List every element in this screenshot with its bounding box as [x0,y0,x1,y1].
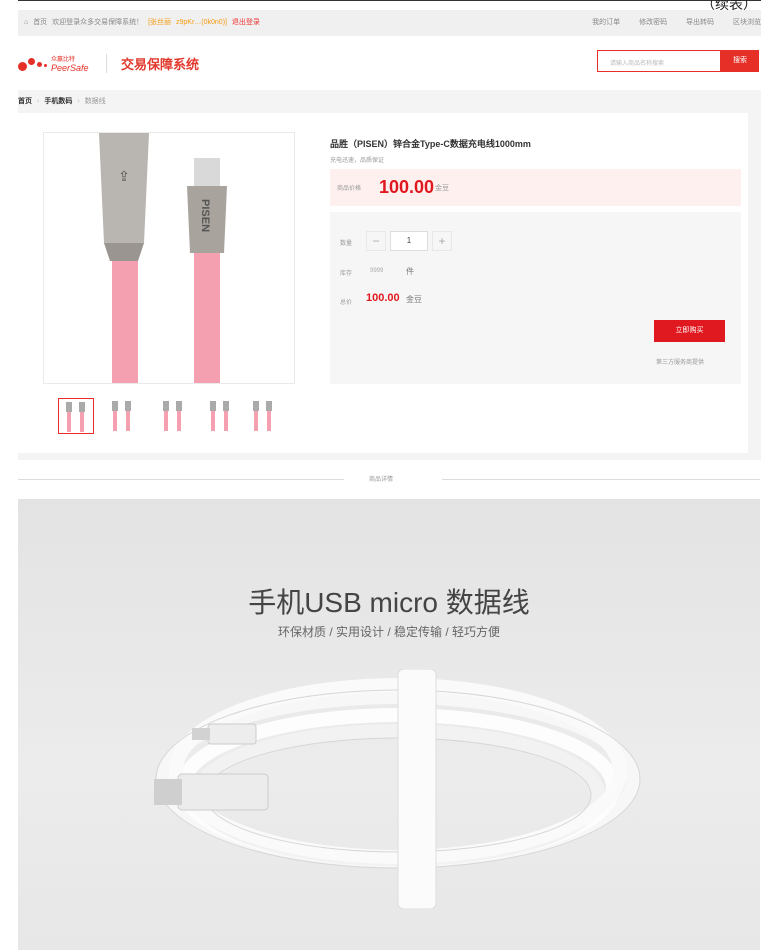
page-top-rule [18,0,761,7]
export-link[interactable]: 导出转码 [686,19,714,26]
home-icon[interactable]: ⌂ [24,19,28,26]
thumbnail-5[interactable] [246,398,282,434]
logo-dot [18,62,27,71]
logo-dot [44,64,47,67]
usb-plug-icon [99,133,149,243]
home-link[interactable]: 首页 [33,19,47,26]
logout-link[interactable]: 退出登录 [232,19,260,26]
typec-tip [194,158,220,186]
quantity-stepper: − 1 + [366,231,454,251]
price-label: 商品价格 [337,186,362,192]
micro-usb-tip [192,728,210,740]
thumb-cable-icon [163,401,182,431]
block-explorer-link[interactable]: 区块浏览 [733,19,761,26]
brand-en: PeerSafe [51,63,89,73]
thumb-cable-icon [112,401,131,431]
thumb-cable-icon [253,401,272,431]
breadcrumb: 首页 › 手机数码 › 数据线 [18,98,106,105]
thumb-cable-icon [210,401,229,431]
plug-neck [104,243,144,261]
description-subtitle: 环保材质 / 实用设计 / 稳定传输 / 轻巧方便 [277,625,500,639]
total-value: 100.00 [366,292,400,304]
description-title: 手机USB micro 数据线 [248,587,530,618]
section-divider-left [18,479,344,480]
buy-now-button[interactable]: 立即购买 [654,320,725,342]
thumb-cable-icon [66,402,85,432]
my-orders-link[interactable]: 我的订单 [592,19,620,26]
micro-usb-plug-icon [207,723,257,745]
search-input[interactable]: 请输入商品名称搜索 [597,50,721,72]
top-bar-left: ⌂ 首页 欢迎登录众多交易保障系统！ [张丝丽 z9pKr…(0k0n0)] 退… [24,10,263,36]
change-password-link[interactable]: 修改密码 [639,19,667,26]
thumbnail-2[interactable] [105,398,141,434]
product-title: 品胜（PISEN）锌合金Type-C数据充电线1000mm [330,139,531,149]
system-name: 交易保障系统 [106,54,199,73]
thumbnail-4[interactable] [203,398,239,434]
stock-value: 9999 [370,268,384,274]
logo-dot [37,62,42,67]
quantity-label: 数量 [340,241,353,247]
breadcrumb-current: 数据线 [84,98,106,105]
total-unit: 金豆 [406,295,422,304]
coiled-cable-image [154,669,641,909]
search-button[interactable]: 搜索 [721,50,759,72]
section-title: 商品详情 [369,477,394,483]
quantity-increase-button[interactable]: + [432,231,452,251]
cable-body [194,243,220,383]
product-main-image: ⇪ PISEN [43,132,295,384]
total-label: 总价 [340,300,353,306]
top-bar: ⌂ 首页 欢迎登录众多交易保障系统！ [张丝丽 z9pKr…(0k0n0)] 退… [18,10,761,36]
usb-plug-icon [177,773,269,811]
cable-strap [397,669,437,909]
account-badge: [张丝丽 [148,19,172,26]
breadcrumb-category[interactable]: 手机数码 [44,98,72,105]
stock-unit: 件 [406,267,414,276]
usb-tip [154,779,182,805]
top-bar-links: 我的订单 修改密码 导出转码 区块浏览 [575,10,761,36]
thumbnail-1[interactable] [58,398,94,434]
welcome-text: 欢迎登录众多交易保障系统！ [52,19,144,26]
brand-cn: 众赢比特 [51,57,76,63]
header: 众赢比特 PeerSafe 交易保障系统 请输入商品名称搜索 搜索 [18,44,761,84]
logo-dot [28,58,35,65]
quantity-input[interactable]: 1 [390,231,428,251]
cable-body [112,243,138,383]
breadcrumb-home[interactable]: 首页 [18,98,32,105]
product-subtitle: 充电迅速，品质保证 [330,158,385,164]
product-description-banner: 手机USB micro 数据线 环保材质 / 实用设计 / 稳定传输 / 轻巧方… [18,499,760,950]
section-divider-right [442,479,760,480]
third-party-note: 第三方服务商提供 [656,360,705,366]
price-box: 商品价格 100.00 金豆 [330,169,741,206]
account-id: z9pKr…(0k0n0)] [176,19,227,26]
price-value: 100.00 [379,177,435,197]
price-unit: 金豆 [435,185,449,192]
thumbnail-3[interactable] [156,398,192,434]
stock-label: 库存 [340,271,353,277]
pisen-logo: PISEN [199,199,211,232]
usb-symbol-icon: ⇪ [118,168,130,184]
cable-photo: ⇪ PISEN [99,133,227,383]
quantity-decrease-button[interactable]: − [366,231,386,251]
logo[interactable]: 众赢比特 PeerSafe [18,52,98,76]
